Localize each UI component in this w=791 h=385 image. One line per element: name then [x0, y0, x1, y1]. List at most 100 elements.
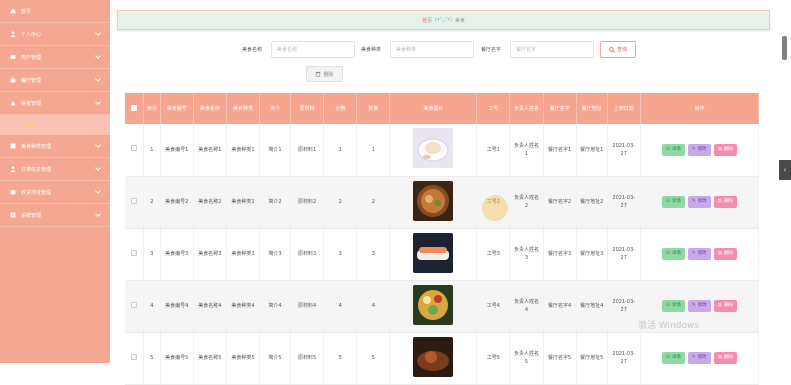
cell-addr: 餐厅地址2 [576, 176, 608, 229]
edit-icon: ✎ [691, 303, 696, 308]
chevron-down-icon [95, 142, 101, 148]
sidebar-item-4[interactable]: 美食管理 [0, 92, 110, 115]
sidebar-item-label: 餐厅管理 [21, 77, 42, 84]
cell-shop: 餐厅名字2 [543, 176, 577, 229]
row-checkbox[interactable] [131, 301, 138, 308]
edit-button-label: 修改 [697, 199, 707, 204]
sidebar-item-label: 美食种类管理 [21, 143, 52, 150]
batch-delete-button[interactable]: 删除 [306, 66, 343, 82]
edit-icon: ✎ [691, 146, 696, 152]
sidebar-item-8[interactable]: 系统管理 [0, 204, 110, 227]
edit-button-label: 修改 [697, 355, 707, 360]
food-image-cell [389, 124, 478, 177]
edit-icon: ✎ [691, 199, 696, 204]
cell-date: 2021-03-27 [607, 124, 641, 177]
cell-shop: 餐厅名字4 [543, 280, 577, 333]
detail-icon: ☑ [665, 251, 670, 256]
cell-index: 2 [143, 176, 161, 229]
row-checkbox-cell[interactable] [125, 280, 145, 333]
sidebar-subitem-food[interactable]: 美食 [0, 115, 110, 135]
sidebar-item-3[interactable]: 餐厅管理 [0, 69, 110, 92]
cell-addr: 餐厅地址4 [576, 280, 608, 333]
table-row: 5 美食编号5 美食名称5 美食种类5 简介5 原材料5 5 5 工号5 负责人姓名5 餐厅名字5 餐… [125, 332, 760, 385]
row-checkbox-cell[interactable] [125, 176, 145, 229]
column-header-8: 数量 [356, 93, 391, 124]
table-row: 3 美食编号3 美食名称3 美食种类3 简介3 原材料3 3 3 工号3 负责人姓名3 餐厅名字3 餐… [125, 228, 760, 281]
row-checkbox[interactable] [131, 145, 138, 152]
cell-emp: 工号5 [476, 332, 511, 385]
cell-qty: 5 [356, 332, 391, 385]
sidebar-item-0[interactable]: 首页 [0, 0, 110, 23]
sidebar-item-7[interactable]: 收货地址管理 [0, 181, 110, 204]
view-button[interactable]: ☑ 详情 [661, 352, 685, 364]
row-checkbox-cell[interactable] [125, 332, 145, 385]
cell-material: 原材料2 [290, 176, 325, 229]
mouse-cursor-highlight [482, 195, 508, 221]
cell-code: 美食编号2 [160, 176, 194, 229]
delete-button[interactable]: ▤ 删除 [713, 352, 737, 364]
delete-button[interactable]: ▤ 删除 [713, 196, 737, 208]
sidebar-item-label: 个人中心 [21, 31, 42, 38]
user-icon [10, 31, 16, 37]
view-button[interactable]: ☑ 详情 [661, 300, 685, 312]
view-button[interactable]: ☑ 详情 [661, 196, 685, 208]
delete-button[interactable]: ▤ 删除 [713, 143, 737, 156]
food-image [413, 128, 454, 169]
food-table: 索引 美食编号 美食名称 美食种类 简介 原材料 价格 数量 美食图片 工号 负责人姓名 餐厅名字 餐厅… [125, 93, 760, 385]
row-checkbox[interactable] [131, 353, 138, 360]
cell-type: 美食种类5 [226, 332, 261, 385]
select-all-checkbox[interactable] [131, 104, 138, 111]
edit-icon: ✎ [691, 355, 696, 360]
row-checkbox[interactable] [131, 197, 138, 204]
collapse-arrow-button[interactable]: ‹ [779, 160, 791, 180]
cell-index: 1 [143, 124, 161, 177]
shop-name-input[interactable]: 餐厅名字 [510, 41, 594, 58]
search-icon [609, 46, 615, 53]
edit-button[interactable]: ✎ 修改 [687, 143, 711, 156]
cell-name: 美食名称5 [193, 332, 227, 385]
edit-button[interactable]: ✎ 修改 [687, 300, 711, 312]
cell-type: 美食种类1 [226, 124, 261, 177]
search-button[interactable]: 查询 [600, 41, 636, 58]
cell-addr: 餐厅地址5 [576, 332, 608, 385]
cell-owner: 负责人姓名5 [509, 332, 544, 385]
cell-index: 5 [143, 332, 161, 385]
edit-button[interactable]: ✎ 修改 [687, 352, 711, 364]
cell-owner: 负责人姓名2 [509, 176, 544, 229]
table-header-row: 索引 美食编号 美食名称 美食种类 简介 原材料 价格 数量 美食图片 工号 负责人姓名 餐厅名字 餐厅… [125, 93, 760, 124]
cell-addr: 餐厅地址1 [576, 124, 608, 177]
food-name-input[interactable]: 美食名称 [271, 41, 355, 58]
column-header-7: 价格 [323, 93, 358, 124]
food-type-input[interactable]: 美食种类 [390, 41, 474, 58]
food-image-cell [389, 228, 478, 281]
sidebar-item-label: 系统管理 [21, 212, 42, 219]
row-checkbox-cell[interactable] [125, 228, 145, 281]
sidebar-item-2[interactable]: 用户管理 [0, 46, 110, 69]
cell-material: 原材料3 [290, 228, 325, 281]
row-checkbox[interactable] [131, 249, 138, 256]
sidebar-item-5[interactable]: 美食种类管理 [0, 135, 110, 158]
cell-code: 美食编号4 [160, 280, 194, 333]
chevron-down-icon [95, 53, 101, 59]
delete-button[interactable]: ▤ 删除 [713, 300, 737, 312]
view-button[interactable]: ☑ 详情 [661, 143, 685, 156]
view-button[interactable]: ☑ 详情 [661, 248, 685, 260]
delete-button-label: 删除 [723, 251, 733, 256]
cell-intro: 简介2 [259, 176, 292, 229]
trash-icon: ▤ [717, 146, 722, 152]
trash-icon: ▤ [717, 355, 722, 360]
row-checkbox-cell[interactable] [125, 124, 145, 177]
sidebar-item-6[interactable]: 订单信息管理 [0, 158, 110, 181]
actions-cell: ☑ 详情 ✎ 修改 ▤ 删除 [640, 124, 760, 177]
edit-button[interactable]: ✎ 修改 [687, 248, 711, 260]
breadcrumb-home[interactable]: 首页 [422, 17, 432, 24]
delete-button[interactable]: ▤ 删除 [713, 248, 737, 260]
edit-button[interactable]: ✎ 修改 [687, 196, 711, 208]
cell-price: 1 [323, 124, 358, 177]
cell-type: 美食种类3 [226, 228, 261, 281]
actions-cell: ☑ 详情 ✎ 修改 ▤ 删除 [640, 332, 760, 385]
sidebar-item-1[interactable]: 个人中心 [0, 23, 110, 46]
vertical-scrollbar[interactable] [782, 36, 787, 60]
cell-owner: 负责人姓名1 [509, 124, 544, 177]
column-header-0[interactable] [125, 93, 145, 124]
